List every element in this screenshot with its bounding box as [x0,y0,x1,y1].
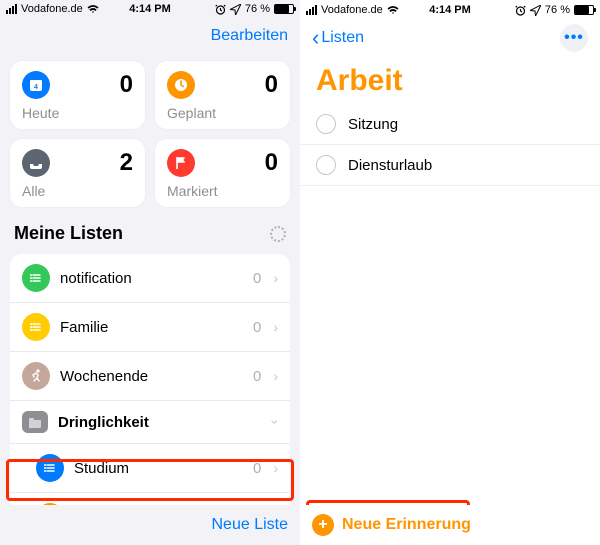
inbox-icon [22,149,50,177]
nav-bar: ‹ Listen ••• [300,20,600,56]
new-list-button[interactable]: Neue Liste [212,516,289,534]
list-row-familie[interactable]: Familie 0 › [10,303,290,352]
status-bar: Vodafone.de 4:14 PM 76 % [300,0,600,20]
reminder-title: Sitzung [348,116,398,133]
checkbox-circle[interactable] [316,114,336,134]
folder-name: Dringlichkeit [58,414,263,431]
list-row-wochenende[interactable]: Wochenende 0 › [10,352,290,401]
list-name: notification [60,270,243,287]
chevron-right-icon: › [273,460,278,476]
clock-label: 4:14 PM [129,3,171,15]
list-icon [36,454,64,482]
signal-icon [6,4,17,14]
list-row-notification[interactable]: notification 0 › [10,254,290,303]
battery-icon [574,5,594,15]
card-today-count: 0 [120,71,133,99]
section-title: Meine Listen [14,223,123,244]
svg-text:4: 4 [34,84,38,91]
carrier-label: Vodafone.de [21,3,83,15]
card-planned[interactable]: 0 Geplant [155,61,290,129]
chevron-right-icon: › [273,319,278,335]
clock-icon [167,71,195,99]
location-icon [230,4,241,15]
battery-icon [274,4,294,14]
carrier-label: Vodafone.de [321,4,383,16]
back-label: Listen [321,29,364,47]
list-icon [22,264,50,292]
wifi-icon [387,5,399,15]
battery-pct: 76 % [545,4,570,16]
plus-icon: + [312,514,334,536]
alarm-icon [515,5,526,16]
new-reminder-button[interactable]: Neue Erinnerung [342,516,471,534]
list-icon [22,313,50,341]
battery-pct: 76 % [245,3,270,15]
folder-icon [22,411,48,433]
reminder-title: Diensturlaub [348,157,432,174]
run-icon [22,362,50,390]
list-name: Familie [60,319,243,336]
signal-icon [306,5,317,15]
card-today-label: Heute [22,105,133,121]
card-flagged-count: 0 [265,149,278,177]
lists-container: notification 0 › Familie 0 › Wochenende … [10,254,290,541]
list-title: Arbeit [300,56,600,104]
flag-icon [167,149,195,177]
screen-list-detail: Vodafone.de 4:14 PM 76 % ‹ Listen ••• Ar… [300,0,600,545]
checkbox-circle[interactable] [316,155,336,175]
chevron-left-icon: ‹ [312,27,319,49]
list-count: 0 [253,270,261,287]
card-flagged[interactable]: 0 Markiert [155,139,290,207]
card-planned-label: Geplant [167,105,278,121]
reminder-row-sitzung[interactable]: Sitzung [300,104,600,145]
back-button[interactable]: ‹ Listen [312,27,364,49]
card-all-label: Alle [22,183,133,199]
reminder-row-diensturlaub[interactable]: Diensturlaub [300,145,600,186]
wifi-icon [87,4,99,14]
card-planned-count: 0 [265,71,278,99]
card-all[interactable]: 2 Alle [10,139,145,207]
card-all-count: 2 [120,149,133,177]
status-bar: Vodafone.de 4:14 PM 76 % [0,0,300,19]
location-icon [530,5,541,16]
list-count: 0 [253,319,261,336]
chevron-right-icon: › [273,368,278,384]
screen-overview: Vodafone.de 4:14 PM 76 % Bearbeiten 4 [0,0,300,545]
list-name: Wochenende [60,368,243,385]
alarm-icon [215,4,226,15]
chevron-down-icon: › [268,420,284,425]
list-row-studium[interactable]: Studium 0 › [10,444,290,493]
clock-label: 4:14 PM [429,4,471,16]
chevron-right-icon: › [273,270,278,286]
more-button[interactable]: ••• [560,24,588,52]
edit-button[interactable]: Bearbeiten [211,27,288,45]
nav-bar: Bearbeiten [0,19,300,53]
list-count: 0 [253,460,261,477]
sync-spinner-icon [270,226,286,242]
card-today[interactable]: 4 0 Heute [10,61,145,129]
folder-row-dringlichkeit[interactable]: Dringlichkeit › [10,401,290,444]
list-count: 0 [253,368,261,385]
ellipsis-icon: ••• [564,29,584,47]
card-flagged-label: Markiert [167,183,278,199]
list-name: Studium [74,460,243,477]
calendar-icon: 4 [22,71,50,99]
